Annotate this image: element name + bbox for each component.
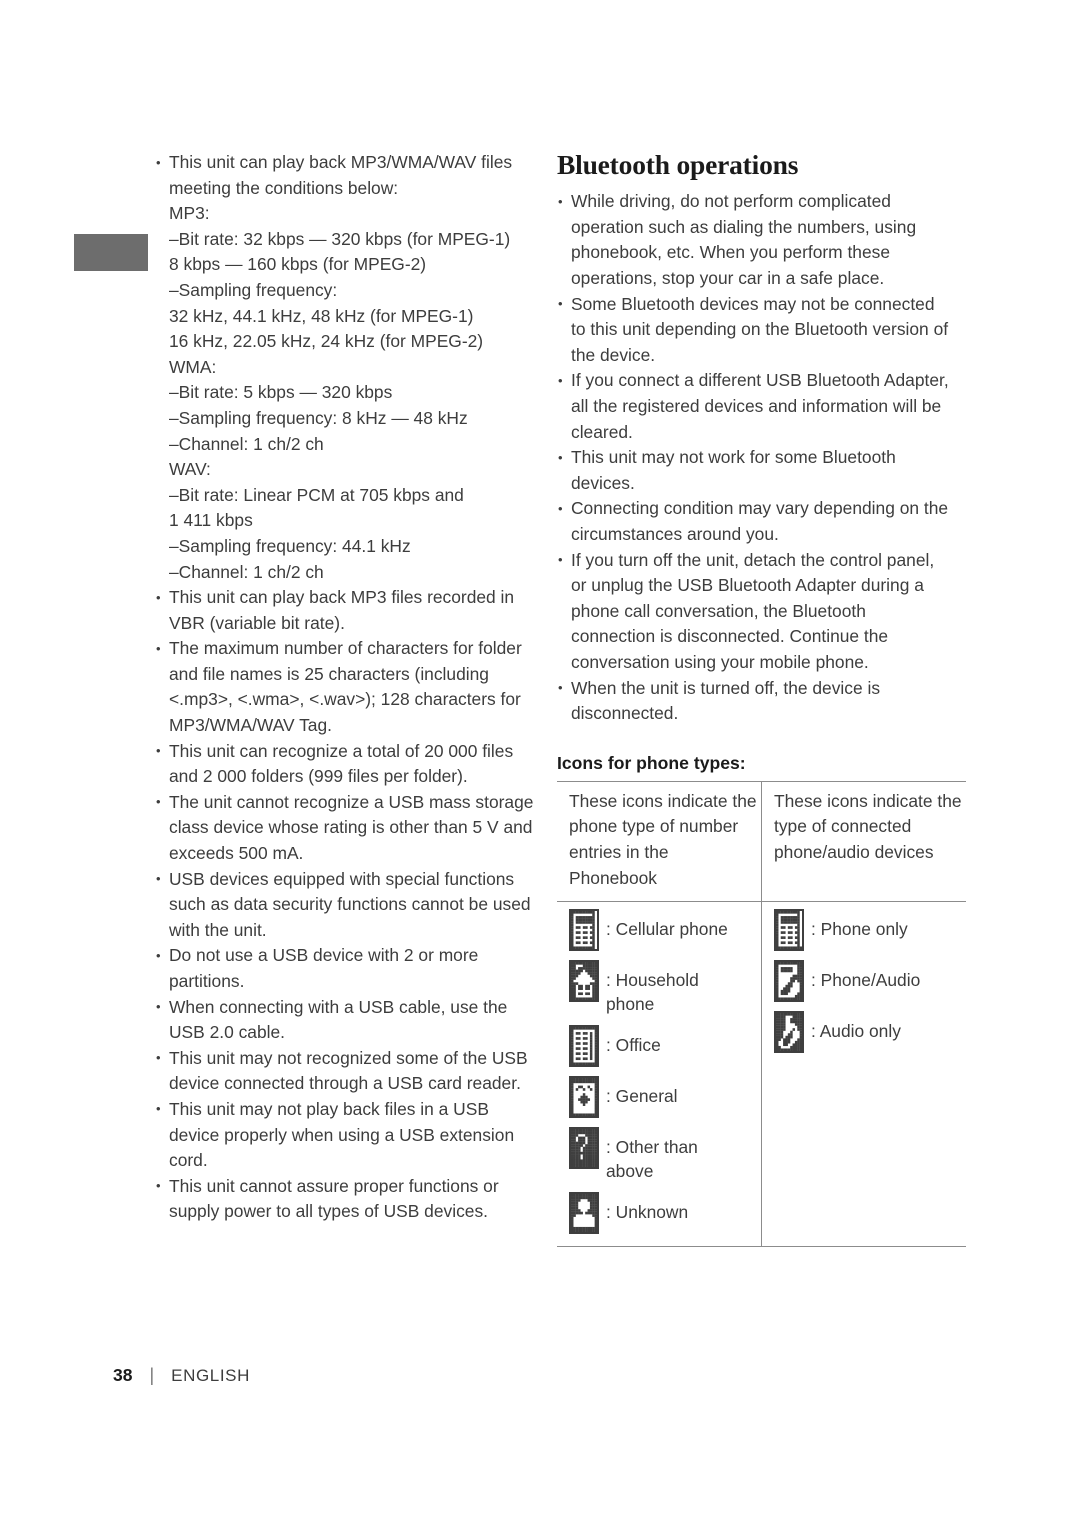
usb-note-item: This unit can play back MP3 files record… <box>155 585 535 636</box>
chapter-tab-marker <box>74 234 148 271</box>
office-building-icon <box>569 1025 599 1068</box>
bluetooth-notes-list: While driving, do not perform complicate… <box>557 189 949 726</box>
usb-note-item: USB devices equipped with special functi… <box>155 866 535 944</box>
usb-spec-line: –Sampling frequency: <box>169 279 338 300</box>
phone-type-icons-table: These icons indicate the phone type of n… <box>557 780 966 1248</box>
usb-note-item: The unit cannot recognize a USB mass sto… <box>155 789 535 867</box>
icon-label: : Other than above <box>606 1137 698 1182</box>
usb-note-item: This unit can recognize a total of 20 00… <box>155 738 535 790</box>
usb-spec-line: 8 kbps — 160 kbps (for MPEG-2) <box>169 254 427 275</box>
icon-list-item: : Office <box>569 1025 761 1068</box>
icon-list-item: : Unknown <box>569 1192 761 1235</box>
header-cell-phonebook: These icons indicate the phone type of n… <box>557 780 762 903</box>
usb-spec-line: –Bit rate: 5 kbps — 320 kbps <box>169 382 393 403</box>
icon-label: : Unknown <box>606 1202 689 1223</box>
icon-label: : Household phone <box>606 970 699 1015</box>
manual-page: This unit can play back MP3/WMA/WAV file… <box>0 0 1080 1532</box>
usb-spec-line: –Sampling frequency: 44.1 kHz <box>169 535 411 556</box>
household-phone-icon <box>569 960 599 1003</box>
bluetooth-note-item: This unit may not work for some Bluetoot… <box>557 445 949 496</box>
cellular-phone-icon <box>569 909 599 952</box>
icon-label: : Audio only <box>811 1021 901 1042</box>
table-body-row: : Cellular phone : Household phone : Offic… <box>557 901 966 1248</box>
icons-section-heading: Icons for phone types: <box>557 752 746 773</box>
bluetooth-note-item: Some Bluetooth devices may not be connec… <box>557 291 949 369</box>
footer-language: ENGLISH <box>171 1366 250 1385</box>
icon-list-item: : Phone only <box>774 909 966 952</box>
connected-icon-list: : Phone only : Phone/Audio : Audio only <box>774 909 966 1054</box>
icon-label: : Phone only <box>811 919 908 940</box>
page-title: Bluetooth operations <box>557 149 799 180</box>
icon-list-item: : Audio only <box>774 1011 966 1054</box>
footer-divider: | <box>149 1365 155 1385</box>
question-mark-icon <box>569 1127 599 1170</box>
icon-list-item: : Household phone <box>569 960 761 1016</box>
audio-only-icon <box>774 1011 804 1054</box>
icon-label: : Office <box>606 1035 661 1056</box>
usb-note-item: Do not use a USB device with 2 or more p… <box>155 943 535 994</box>
bluetooth-note-item: When the unit is turned off, the device … <box>557 675 949 727</box>
bluetooth-note-item: While driving, do not perform complicate… <box>557 189 949 291</box>
usb-note-item: This unit can play back MP3/WMA/WAV file… <box>155 149 535 201</box>
usb-spec-line: –Sampling frequency: 8 kHz — 48 kHz <box>169 407 468 428</box>
icon-list-item: : Cellular phone <box>569 909 761 952</box>
bluetooth-note-item: If you connect a different USB Bluetooth… <box>557 368 949 445</box>
header-cell-connected: These icons indicate the type of connect… <box>761 780 966 903</box>
usb-note-item: The maximum number of characters for fol… <box>155 636 535 738</box>
body-cell-phonebook-icons: : Cellular phone : Household phone : Offic… <box>557 901 762 1248</box>
icon-list-item: : Phone/Audio <box>774 960 966 1003</box>
usb-note-item: This unit cannot assure proper functions… <box>155 1173 535 1225</box>
icon-list-item: : Other than above <box>569 1127 761 1183</box>
usb-spec-line: 32 kHz, 44.1 kHz, 48 kHz (for MPEG-1) <box>169 305 474 326</box>
general-icon <box>569 1076 599 1119</box>
usb-note-item: This unit may not recognized some of the… <box>155 1045 535 1097</box>
usb-spec-line: WAV: <box>169 459 211 480</box>
left-column: This unit can play back MP3/WMA/WAV file… <box>155 149 535 1225</box>
body-cell-connected-icons: : Phone only : Phone/Audio : Audio only <box>761 901 966 1248</box>
phone-only-icon <box>774 909 804 952</box>
icon-list-item: : General <box>569 1076 761 1119</box>
phone-audio-icon <box>774 960 804 1003</box>
usb-note-item: When connecting with a USB cable, use th… <box>155 994 535 1046</box>
bluetooth-note-item: If you turn off the unit, detach the con… <box>557 547 949 676</box>
usb-note-item: This unit may not play back files in a U… <box>155 1096 535 1174</box>
usb-spec-line: WMA: <box>169 356 217 377</box>
right-column: Bluetooth operations While driving, do n… <box>557 149 966 1248</box>
bluetooth-note-item: Connecting condition may vary depending … <box>557 496 949 547</box>
page-number: 38 <box>113 1365 133 1385</box>
icon-label: : General <box>606 1086 678 1107</box>
usb-spec-line: MP3: <box>169 203 210 224</box>
phonebook-icon-list: : Cellular phone : Household phone : Offic… <box>569 909 761 1235</box>
icon-label: : Cellular phone <box>606 919 728 940</box>
usb-spec-line: –Bit rate: 32 kbps — 320 kbps (for MPEG-… <box>169 228 511 249</box>
page-footer: 38 | ENGLISH <box>113 1365 250 1386</box>
icon-label: : Phone/Audio <box>811 970 921 991</box>
usb-notes-list: This unit can play back MP3/WMA/WAV file… <box>155 149 535 1225</box>
usb-spec-line: 1 411 kbps <box>169 510 253 531</box>
usb-spec-line: –Channel: 1 ch/2 ch <box>169 433 324 454</box>
usb-spec-line: 16 kHz, 22.05 kHz, 24 kHz (for MPEG-2) <box>169 331 484 352</box>
table-header-row: These icons indicate the phone type of n… <box>557 780 966 903</box>
usb-spec-line: –Bit rate: Linear PCM at 705 kbps and <box>169 484 464 505</box>
usb-spec-line: –Channel: 1 ch/2 ch <box>169 561 324 582</box>
unknown-person-icon <box>569 1192 599 1235</box>
